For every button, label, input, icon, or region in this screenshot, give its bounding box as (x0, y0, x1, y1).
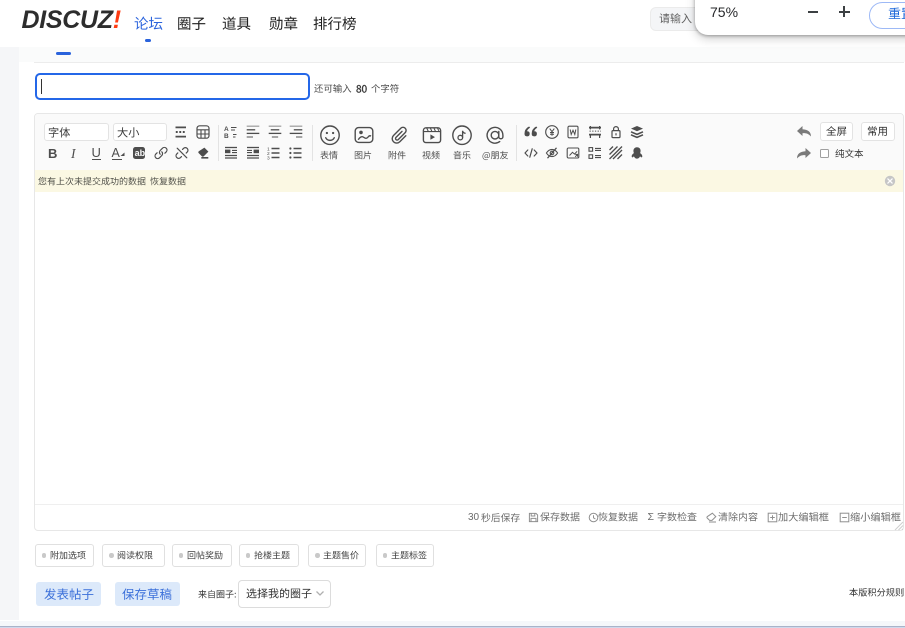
svg-text:3: 3 (267, 155, 270, 159)
svg-text:A: A (224, 126, 229, 133)
svg-text:B: B (224, 133, 229, 139)
